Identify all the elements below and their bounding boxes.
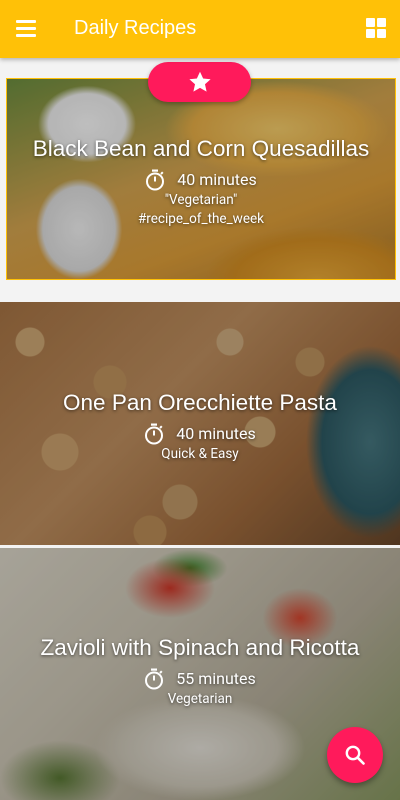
recipe-time-row: 40 minutes [7, 169, 395, 191]
recipe-time: 40 minutes [177, 170, 257, 189]
recipe-title: One Pan Orecchiette Pasta [63, 390, 337, 415]
recipe-time-row: 55 minutes [0, 668, 400, 690]
timer-icon [146, 169, 165, 191]
recipe-info: One Pan Orecchiette Pasta 40 minutes Qui… [0, 389, 400, 464]
menu-icon[interactable] [14, 17, 38, 41]
recipe-info: Zavioli with Spinach and Ricotta 55 minu… [0, 634, 400, 709]
recipe-info: Black Bean and Corn Quesadillas 40 minut… [7, 135, 395, 229]
app-title: Daily Recipes [74, 17, 197, 39]
recipe-tag: #recipe_of_the_week [138, 211, 264, 227]
recipe-title: Black Bean and Corn Quesadillas [32, 136, 370, 161]
app-bar: Daily Recipes [0, 0, 400, 58]
recipe-time-row: 40 minutes [0, 423, 400, 445]
recipe-category: Vegetarian [167, 691, 233, 707]
recipe-card-quesadillas[interactable]: Black Bean and Corn Quesadillas 40 minut… [6, 78, 396, 280]
search-icon [345, 745, 365, 765]
recipe-time: 40 minutes [176, 424, 256, 443]
recipe-category: "Vegetarian" [164, 192, 238, 208]
recipe-time: 55 minutes [176, 669, 256, 688]
timer-icon [145, 668, 164, 690]
featured-star-button[interactable] [148, 62, 251, 102]
recipe-title: Zavioli with Spinach and Ricotta [40, 635, 360, 660]
search-button[interactable] [327, 727, 383, 783]
recipe-category: Quick & Easy [161, 446, 239, 462]
recipe-card-orecchiette[interactable]: One Pan Orecchiette Pasta 40 minutes Qui… [0, 302, 400, 545]
grid-view-icon[interactable] [366, 18, 386, 38]
star-icon [188, 71, 211, 92]
timer-icon [145, 423, 164, 445]
